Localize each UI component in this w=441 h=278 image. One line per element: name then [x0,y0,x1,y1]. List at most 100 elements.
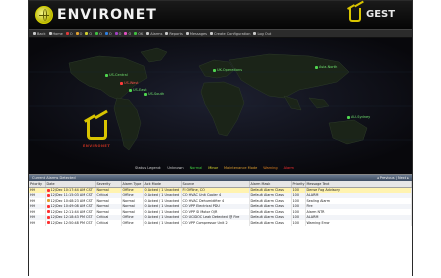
alarm-cell: CO UCIDOC Leak Detected @ Fire [181,214,250,220]
alarm-cell-text: CO HVAC Unit Cooler 4 [182,193,222,198]
alarm-cell-text: HH [30,198,36,203]
nav-item-label: Log Out [257,31,272,36]
main-nav-bar: Back Home O O O O O O O OK Alarms Reports Messages Cr… [29,29,412,38]
nav-item-label: Reports [169,31,183,36]
alarm-cell-text: Normal [122,204,135,209]
alarm-cell: 12/Dec 12:18:43 PM CST [45,214,96,220]
nav-item-label: OK [138,31,144,36]
site-label-uk-operations[interactable]: UK-Operations [217,68,242,72]
nav-item[interactable]: O [124,32,131,36]
legend-item: Alarm [283,166,294,170]
alarm-cell-text: 100 [292,198,299,203]
brand-logo-text: GEST [366,9,396,20]
nav-item-icon [124,32,128,35]
alarm-cell-text: 100 [292,193,299,198]
alarm-cell: 12/Dec 12:50:48 PM CST [45,220,96,226]
alarm-cell-text: HH [30,193,36,198]
alarm-severity-icon [46,199,50,203]
alarm-cell-text: 100 [292,220,299,225]
alarm-cell: CO VPP Compressor Unit 2 [181,220,250,226]
nav-item[interactable]: Home [48,32,63,36]
alarm-cell-text: Critical [96,220,109,225]
nav-item[interactable]: OK [134,32,143,36]
nav-item-icon [33,32,36,35]
nav-item[interactable]: O [85,32,92,36]
environet-logo-icon [87,120,107,140]
alarm-panel-title: Current Alarms Detected [32,176,76,180]
nav-item[interactable]: Alarms [146,32,162,36]
nav-item[interactable]: O [95,32,102,36]
nav-item-icon [95,32,99,35]
site-label-us-central[interactable]: US-Central [109,73,128,77]
nav-item[interactable]: O [114,31,122,36]
site-label-au-sydney[interactable]: AU-Sydney [351,115,370,119]
alarm-cell-text: HH [30,220,36,225]
alarm-cell-text: Offline [122,193,134,198]
nav-item-label: O [118,31,122,36]
legend-item: Unknown [167,166,184,170]
nav-item[interactable]: Log Out [253,32,271,36]
globe-icon [35,6,53,24]
site-label-us-east[interactable]: US-East [133,88,147,92]
alarm-cell: 12/Dec 10:17:44 AM CST [45,187,96,193]
alarm-cell-text: FI Offline, CO [182,188,205,192]
site-marker-us-east[interactable] [129,89,132,92]
alarm-cell: 12/Dec 11:15:03 AM CST [45,192,96,198]
gest-logo-icon [349,8,361,22]
nav-item[interactable]: O [104,32,112,36]
alarm-panel-pager[interactable]: ◂ Previous | Next ▸ [377,176,409,180]
nav-item-icon [210,32,213,35]
map-logo-text: ENVIRONET [83,144,111,148]
nav-item[interactable]: Create Configuration [210,32,250,36]
site-marker-uk-operations[interactable] [213,69,216,72]
alarm-cell-text: 100 [292,209,299,214]
alarm-cell-text: HH [30,215,36,220]
alarm-cell-text: Offline [122,215,134,220]
alarm-cell-text: 12/Dec 12:11:44 AM CST [50,209,93,214]
alarm-severity-icon [46,193,50,197]
alarm-cell: HH [29,220,46,226]
alarm-cell-text: Normal [96,198,109,203]
alarm-cell: 0 Acked / 1 Unacked [143,192,182,198]
nav-item[interactable]: Reports [165,31,183,36]
world-map[interactable]: US-Central US-West US-East US-South UK-O… [29,38,412,174]
site-label-us-west[interactable]: US-West [124,81,139,85]
nav-item[interactable]: O [65,32,73,36]
alarm-cell: Critical [95,220,122,226]
nav-item-label: Create Configuration [214,31,251,36]
alarm-cell-text: Critical [96,193,109,198]
alarm-cell: 12/Dec 12:11:44 AM CST [45,209,96,215]
alarm-cell-text: Default Alarm Class [250,204,284,209]
alarm-cell-text: 0 Acked / 1 Unacked [144,198,180,203]
alarm-cell-text: HH [30,209,36,214]
nav-item-label: Messages [189,31,207,36]
site-marker-asia-north[interactable] [315,66,318,69]
alarm-cell-text: Normal [96,188,109,192]
alarm-cell-text: HH [30,188,36,192]
alarm-severity-icon [46,204,50,208]
site-label-asia-north[interactable]: Asia-North [319,65,337,69]
nav-item[interactable]: Back [33,32,46,36]
status-legend: Status Legend: Unknown Normal Minor Maintena… [135,166,294,170]
legend-item: Warning [263,166,278,170]
nav-item[interactable]: Messages [185,31,207,36]
alarm-severity-icon [46,215,50,219]
alarm-table-body: HH 12/Dec 10:17:44 AM CST Normal Offline 0 A… [29,187,412,226]
nav-item[interactable]: O [75,32,82,36]
alarm-cell-text: Warning Error [306,220,330,225]
legend-item: Status Legend: [135,166,162,170]
world-map-graphic [29,38,412,174]
site-label-us-south[interactable]: US-South [148,92,164,96]
nav-item-icon [85,32,89,35]
alarm-cell-text: 12/Dec 10:17:44 AM CST [50,188,93,192]
site-marker-us-central[interactable] [105,74,108,77]
alarm-cell-text: Default Alarm Class [250,220,284,225]
site-marker-us-south[interactable] [144,93,147,96]
alarm-severity-icon [46,210,50,214]
site-marker-au-sydney[interactable] [347,116,350,119]
alarm-cell-text: Alarm NTR [306,209,325,214]
site-marker-us-west[interactable] [120,82,123,85]
alarm-row[interactable]: HH 12/Dec 12:50:48 PM CST Critical Offline 0… [29,220,412,226]
alarm-cell: Offline [121,220,144,226]
legend-item: Maintenance Mode [224,166,258,170]
